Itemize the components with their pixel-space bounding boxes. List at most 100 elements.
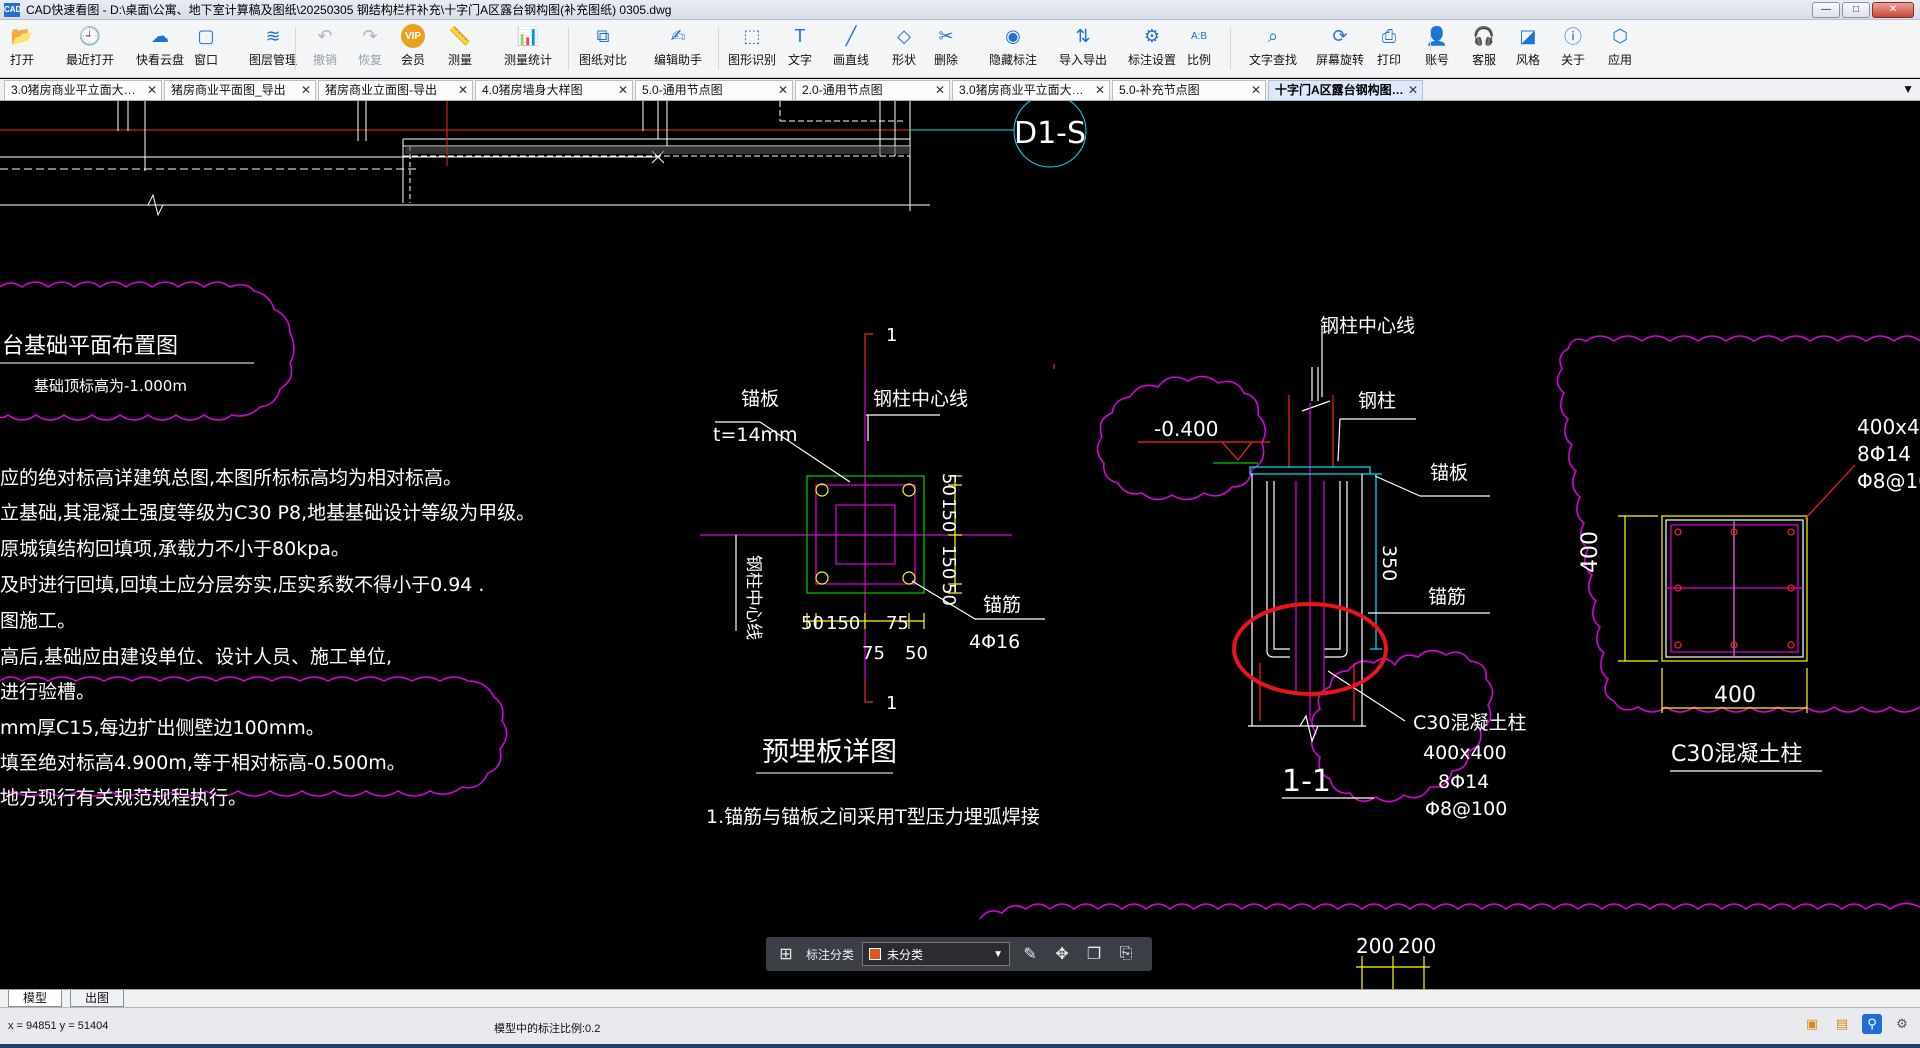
toolbar-measure-stats-button[interactable]: 📊 测量统计: [504, 24, 552, 74]
toolbar-print-button[interactable]: ⎙ 打印: [1375, 24, 1403, 74]
toolbar-button-label: 测量统计: [504, 53, 553, 67]
layout-tab[interactable]: 模型: [8, 990, 63, 1007]
toolbar-account-button[interactable]: 👤 账号: [1423, 24, 1451, 74]
toolbar-undo-button[interactable]: ↶ 撤销: [311, 24, 339, 74]
dim-text: 50: [938, 583, 959, 606]
toolbar-button-label: 最近打开: [66, 53, 115, 67]
section-concrete-label: C30混凝土柱: [1413, 712, 1526, 734]
toolbar-text-search-button[interactable]: ⌕ 文字查找: [1249, 24, 1297, 74]
section-size: 400x400: [1423, 742, 1507, 764]
annotation-category-select[interactable]: 未分类 ▼: [862, 942, 1011, 966]
paste-icon[interactable]: ⎘: [1114, 942, 1138, 966]
close-tab-icon[interactable]: ✕: [147, 81, 157, 100]
drawing-canvas[interactable]: D1-S 台基础平面布置图 基础顶标高为-1.000m 应的绝对标高详建筑总图,…: [0, 101, 1920, 989]
document-tab-label: 3.0猪房商业平立面大…: [11, 83, 136, 97]
close-tab-icon[interactable]: ✕: [1251, 81, 1261, 100]
app-logo-icon: CAD: [4, 2, 21, 17]
toolbar-apps-button[interactable]: ⬡ 应用: [1606, 24, 1634, 74]
anchor-bar-label: 锚筋: [983, 594, 1021, 616]
document-tab[interactable]: 2.0-通用节点图 ✕: [795, 80, 950, 100]
toolbar-vip-button[interactable]: VIP 会员: [401, 24, 425, 74]
document-tab[interactable]: 猪房商业立面图-导出 ✕: [318, 80, 473, 100]
column-size-label: 400x40: [1857, 415, 1920, 439]
close-tab-icon[interactable]: ✕: [458, 81, 468, 100]
toolbar-redo-button[interactable]: ↷ 恢复: [356, 24, 384, 74]
toolbar-measure-button[interactable]: 📏 测量: [446, 24, 474, 74]
toolbar-button-label: 画直线: [833, 53, 870, 67]
document-tab[interactable]: 猪房商业平面图_导出 ✕: [164, 80, 316, 100]
folder-icon[interactable]: ▣: [1802, 1014, 1822, 1034]
anchor-bar-spec: 4Φ16: [969, 631, 1020, 653]
export-icon[interactable]: ▤: [1832, 1014, 1852, 1034]
move-icon[interactable]: ✥: [1050, 942, 1074, 966]
window-icon: ▢: [197, 25, 215, 46]
maximize-button[interactable]: □: [1842, 2, 1870, 18]
toolbar-shape-button[interactable]: ◇ 形状: [890, 24, 918, 74]
toolbar-style-button[interactable]: ◪ 风格: [1514, 24, 1542, 74]
copy-icon[interactable]: ❐: [1082, 942, 1106, 966]
toolbar-button-label: 隐藏标注: [989, 53, 1038, 67]
minimize-button[interactable]: —: [1812, 2, 1840, 18]
note-line: 立基础,其混凝土强度等级为C30 P8,地基基础设计等级为甲级。: [0, 502, 535, 524]
grid-icon[interactable]: ⊞: [774, 942, 798, 966]
section-stirrup: Φ8@100: [1425, 798, 1507, 820]
snap-icon[interactable]: ⚲: [1862, 1014, 1882, 1034]
document-tab[interactable]: 5.0-补充节点图 ✕: [1112, 80, 1266, 100]
toolbar-button-label: 文字查找: [1249, 53, 1298, 67]
edit-icon[interactable]: ✎: [1018, 942, 1042, 966]
undo-icon: ↶: [317, 25, 333, 46]
detail-mark-d1s: D1-S: [1014, 116, 1086, 151]
close-tab-icon[interactable]: ✕: [935, 81, 945, 100]
toolbar-button-label: 会员: [401, 53, 426, 67]
toolbar-rotate-screen-button[interactable]: ⟳ 屏幕旋转: [1316, 24, 1364, 74]
section-anchor-label: 锚筋: [1428, 586, 1466, 608]
document-tabs: ▼ 3.0猪房商业平立面大… ✕ 猪房商业平面图_导出 ✕ 猪房商业立面图-导出 ✕ 4.0…: [0, 79, 1920, 101]
close-button[interactable]: ✕: [1872, 2, 1914, 18]
document-tab[interactable]: 十字门A区露台钢构图… ✕: [1268, 80, 1423, 100]
note-line: 原城镇结构回填项,承载力不小于80kpa。: [0, 538, 350, 560]
toolbar-support-button[interactable]: 🎧 客服: [1470, 24, 1498, 74]
settings-icon[interactable]: ⚙: [1892, 1014, 1912, 1034]
cad-drawing[interactable]: D1-S 台基础平面布置图 基础顶标高为-1.000m 应的绝对标高详建筑总图,…: [0, 101, 1920, 989]
close-tab-icon[interactable]: ✕: [1408, 81, 1418, 100]
close-tab-icon[interactable]: ✕: [778, 81, 788, 100]
document-tab[interactable]: 4.0猪房墙身大样图 ✕: [475, 80, 633, 100]
rotate-screen-icon: ⟳: [1332, 25, 1348, 46]
document-tab-label: 猪房商业平面图_导出: [171, 83, 286, 97]
toolbar-folder-open-button[interactable]: 📂 打开: [8, 24, 36, 74]
toolbar-edit-assistant-button[interactable]: ✍ 编辑助手: [654, 24, 702, 74]
close-tab-icon[interactable]: ✕: [618, 81, 628, 100]
toolbar-button-label: 打开: [9, 53, 34, 67]
toolbar-scale-button[interactable]: A:B 比例: [1185, 24, 1213, 74]
dim-text: 150: [826, 613, 860, 634]
toolbar-history-button[interactable]: 🕘 最近打开: [66, 24, 114, 74]
folder-open-icon: 📂: [10, 25, 34, 46]
toolbar-layers-button[interactable]: ≋ 图层管理: [249, 24, 297, 74]
toolbar-annotation-settings-button[interactable]: ⚙ 标注设置: [1128, 24, 1176, 74]
document-tab-label: 猪房商业立面图-导出: [325, 83, 437, 97]
toolbar-button-label: 应用: [1607, 53, 1632, 67]
document-tab[interactable]: 5.0-通用节点图 ✕: [635, 80, 793, 100]
layout-tab[interactable]: 出图: [70, 990, 125, 1007]
toolbar-about-button[interactable]: ⓘ 关于: [1559, 24, 1587, 74]
toolbar-window-button[interactable]: ▢ 窗口: [192, 24, 220, 74]
close-tab-icon[interactable]: ✕: [301, 81, 311, 100]
document-tab[interactable]: 3.0猪房商业平立面大… ✕: [952, 80, 1110, 100]
toolbar-import-export-button[interactable]: ⇅ 导入导出: [1059, 24, 1107, 74]
toolbar-shape-recognition-button[interactable]: ⬚ 图形识别: [728, 24, 776, 74]
toolbar-delete-button[interactable]: ✂ 删除: [932, 24, 960, 74]
scale-icon: A:B: [1190, 30, 1208, 42]
close-tab-icon[interactable]: ✕: [1095, 81, 1105, 100]
toolbar-compare-button[interactable]: ⧉ 图纸对比: [579, 24, 627, 74]
vip-icon: VIP: [401, 24, 425, 48]
toolbar-line-button[interactable]: ╱ 画直线: [833, 24, 869, 74]
document-tab[interactable]: 3.0猪房商业平立面大… ✕: [4, 80, 162, 100]
tab-list-dropdown-icon[interactable]: ▼: [1902, 82, 1914, 96]
toolbar-cloud-button[interactable]: ☁ 快看云盘: [136, 24, 184, 74]
section-title: 1-1: [1282, 764, 1331, 799]
compare-icon: ⧉: [596, 25, 610, 46]
toolbar-separator: [1230, 28, 1231, 70]
general-notes: 应的绝对标高详建筑总图,本图所标标高均为相对标高。 立基础,其混凝土强度等级为C…: [0, 467, 535, 809]
toolbar-hide-annotation-button[interactable]: ◉ 隐藏标注: [989, 24, 1037, 74]
toolbar-text-button[interactable]: T 文字: [786, 24, 814, 74]
